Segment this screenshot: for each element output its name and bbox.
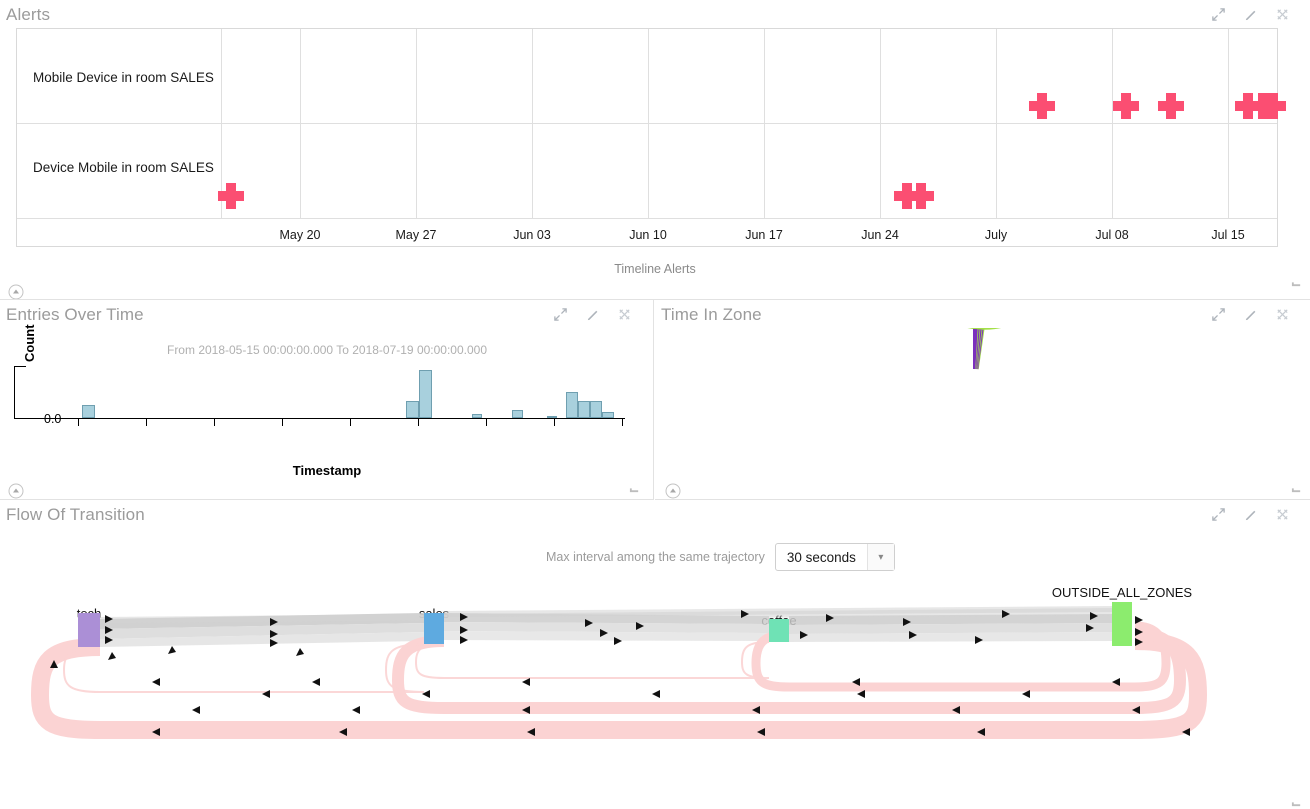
alerts-panel: Alerts Mobile Device in room SALES Devic…: [0, 0, 1310, 300]
zone-panel-tools: [1211, 307, 1290, 322]
alert-marker[interactable]: [1158, 93, 1184, 119]
alerts-xtick: Jul 08: [1095, 228, 1129, 242]
alerts-row-label: Device Mobile in room SALES: [33, 160, 214, 175]
alert-marker[interactable]: [218, 183, 244, 209]
alerts-row-label: Mobile Device in room SALES: [33, 70, 214, 85]
entries-x-axis: [14, 418, 625, 419]
alerts-xtick: July: [984, 228, 1008, 242]
flow-node-tech[interactable]: [78, 613, 100, 647]
dashboard-root: Alerts Mobile Device in room SALES Devic…: [0, 0, 1310, 809]
close-icon[interactable]: [617, 307, 632, 322]
alerts-xtick: Jun 17: [745, 228, 783, 242]
zone-panel-title: Time In Zone: [661, 305, 762, 324]
alerts-xtick: Jul 15: [1211, 228, 1245, 242]
flow-of-transition-panel: Flow Of Transition Max interval among th…: [0, 500, 1310, 809]
collapse-icon[interactable]: [8, 483, 24, 499]
alert-marker[interactable]: [1113, 93, 1139, 119]
alerts-xtick: May 27: [395, 228, 437, 242]
alerts-timeline-plot[interactable]: Mobile Device in room SALES Device Mobil…: [16, 28, 1286, 247]
alert-marker[interactable]: [908, 183, 934, 209]
entries-xtick-mark: [350, 418, 351, 426]
resize-handle-icon[interactable]: [1291, 276, 1302, 287]
time-in-zone-panel: Time In Zone: [655, 300, 1310, 500]
collapse-icon[interactable]: [665, 483, 681, 499]
alerts-xtick: Jun 24: [861, 228, 899, 242]
entries-xtick-mark: [282, 418, 283, 426]
entries-over-time-panel: Entries Over Time From 2018-05-15 00:00:…: [0, 300, 664, 761]
entries-bar[interactable]: [578, 401, 590, 418]
edit-icon[interactable]: [1243, 7, 1258, 22]
entries-xtick-mark: [486, 418, 487, 426]
entries-xtick-mark: [214, 418, 215, 426]
expand-icon[interactable]: [553, 307, 568, 322]
entries-xtick-mark: [78, 418, 79, 426]
resize-handle-icon[interactable]: [629, 482, 640, 493]
entries-y-axis-cap: [14, 366, 26, 367]
edit-icon[interactable]: [585, 307, 600, 322]
entries-panel-tools: [553, 307, 632, 322]
flow-of-transition-diagram[interactable]: [0, 500, 1310, 809]
expand-icon[interactable]: [1211, 7, 1226, 22]
close-icon[interactable]: [1275, 307, 1290, 322]
donut-hole: [927, 369, 1019, 449]
entries-bar[interactable]: [82, 405, 95, 418]
alert-marker[interactable]: [1260, 93, 1286, 119]
alerts-xtick: Jun 10: [629, 228, 667, 242]
alerts-row-divider: [17, 123, 1277, 124]
entries-panel-title: Entries Over Time: [6, 305, 144, 324]
entries-y-axis: [14, 366, 15, 418]
entries-subtitle: From 2018-05-15 00:00:00.000 To 2018-07-…: [166, 343, 488, 357]
entries-xtick-mark: [146, 418, 147, 426]
alerts-caption: Timeline Alerts: [614, 262, 696, 276]
resize-handle-icon[interactable]: [1291, 482, 1302, 493]
alert-marker[interactable]: [1029, 93, 1055, 119]
panel-divider: [653, 300, 654, 500]
alerts-xtick: Jun 03: [513, 228, 551, 242]
entries-bar[interactable]: [406, 401, 419, 418]
entries-x-axis-label: Timestamp: [292, 463, 362, 478]
alerts-panel-title: Alerts: [6, 5, 51, 24]
entries-xtick-mark: [418, 418, 419, 426]
expand-icon[interactable]: [1211, 307, 1226, 322]
alerts-axis-line: [17, 218, 1277, 219]
entries-plot[interactable]: [0, 360, 654, 460]
entries-bar[interactable]: [419, 370, 432, 418]
time-in-zone-donut[interactable]: [889, 328, 1057, 490]
alerts-panel-tools: [1211, 7, 1290, 22]
flow-node-sales[interactable]: [424, 613, 444, 644]
flow-forward-ribbons: [100, 606, 1112, 647]
entries-bar[interactable]: [472, 414, 482, 418]
entries-xtick-mark: [622, 418, 623, 426]
close-icon[interactable]: [1275, 7, 1290, 22]
flow-node-outside-all-zones[interactable]: [1112, 602, 1132, 646]
collapse-icon[interactable]: [8, 284, 24, 300]
entries-bar[interactable]: [566, 392, 578, 418]
entries-bar[interactable]: [590, 401, 602, 418]
entries-bar[interactable]: [547, 416, 557, 418]
resize-handle-icon[interactable]: [1291, 796, 1302, 807]
entries-bar[interactable]: [602, 412, 614, 418]
entries-y-axis-label: Count: [22, 324, 37, 362]
entries-bar[interactable]: [512, 410, 523, 418]
alerts-xtick: May 20: [279, 228, 321, 242]
flow-node-coffee[interactable]: [769, 619, 789, 642]
entries-xtick-mark: [554, 418, 555, 426]
edit-icon[interactable]: [1243, 307, 1258, 322]
